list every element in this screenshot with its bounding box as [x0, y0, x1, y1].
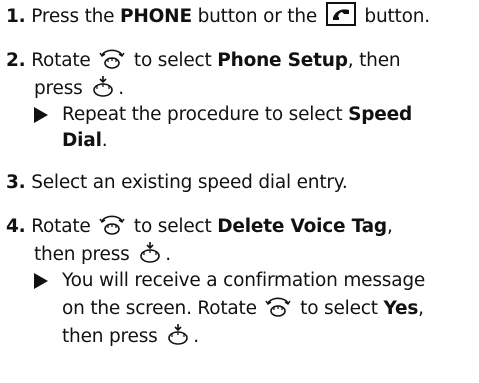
step-2: 2. Rotate to select Phone Setup, then pr… [6, 46, 476, 154]
step-4: 4. Rotate to select Delete Voice Tag, th… [6, 212, 476, 350]
interface-dial-rotate-icon [265, 294, 292, 318]
step-text: , then [347, 50, 401, 71]
substep-text: on the screen. Rotate [62, 298, 263, 319]
step-text: . [118, 78, 124, 99]
interface-dial-press-icon [166, 322, 190, 346]
step-4-line-2: then press . [6, 240, 476, 268]
step-text: press [34, 78, 89, 99]
substep-text: . [193, 326, 199, 347]
step-number: 2. [6, 50, 26, 71]
step-text: to select [128, 216, 218, 237]
substep-line-2: on the screen. Rotate to select Yes, [62, 294, 476, 322]
triangle-bullet-icon [34, 107, 48, 123]
step-text: then press [34, 244, 136, 265]
step-text: to select [128, 50, 218, 71]
step-3: 3. Select an existing speed dial entry. [6, 170, 476, 196]
step-2-line-1: 2. Rotate to select Phone Setup, then [6, 46, 476, 74]
step-number: 3. [6, 172, 26, 193]
step-text: , [386, 216, 393, 237]
menu-option-label: Dial [62, 130, 102, 151]
substep-text: Repeat the procedure to select [62, 104, 349, 125]
substep-line-2: Dial. [62, 128, 476, 154]
step-number: 4. [6, 216, 26, 237]
substep-line-3: then press . [62, 322, 476, 350]
substep-text: then press [62, 326, 164, 347]
interface-dial-press-icon [138, 240, 162, 264]
step-4-line-1: 4. Rotate to select Delete Voice Tag, [6, 212, 476, 240]
substep-text: You will receive a confirmation message [62, 270, 426, 291]
menu-option-label: Phone Setup [217, 50, 348, 71]
menu-option-label: Yes [383, 298, 419, 319]
step-2-substep: Repeat the procedure to select Speed Dia… [6, 102, 476, 154]
step-1-line: 1. Press the PHONE button or the button. [6, 2, 476, 30]
substep-text: , [418, 298, 424, 319]
substep-line-1: You will receive a confirmation message [62, 268, 476, 294]
substep-text: to select [294, 298, 384, 319]
interface-dial-rotate-icon [99, 46, 125, 70]
menu-option-label: Delete Voice Tag [217, 216, 387, 237]
interface-dial-press-icon [91, 74, 115, 98]
phone-button-label: PHONE [120, 6, 192, 27]
step-text: . [165, 244, 171, 265]
step-text: Rotate [25, 50, 97, 71]
step-3-line: 3. Select an existing speed dial entry. [6, 170, 476, 196]
step-2-line-2: press . [6, 74, 476, 102]
step-text: Select an existing speed dial entry. [25, 172, 348, 193]
instruction-document: 1. Press the PHONE button or the button.… [6, 2, 476, 366]
step-number: 1. [6, 6, 26, 27]
step-4-substep: You will receive a confirmation message … [6, 268, 476, 350]
step-text: button. [358, 6, 430, 27]
substep-text: . [101, 130, 108, 151]
phone-button-icon [325, 2, 356, 26]
step-text: Rotate [25, 216, 97, 237]
step-text: Press the [25, 6, 121, 27]
triangle-bullet-icon [34, 273, 48, 289]
step-1: 1. Press the PHONE button or the button. [6, 2, 476, 30]
menu-option-label: Speed [348, 104, 412, 125]
substep-line-1: Repeat the procedure to select Speed [62, 102, 476, 128]
step-text: button or the [191, 6, 323, 27]
interface-dial-rotate-icon [99, 212, 125, 236]
